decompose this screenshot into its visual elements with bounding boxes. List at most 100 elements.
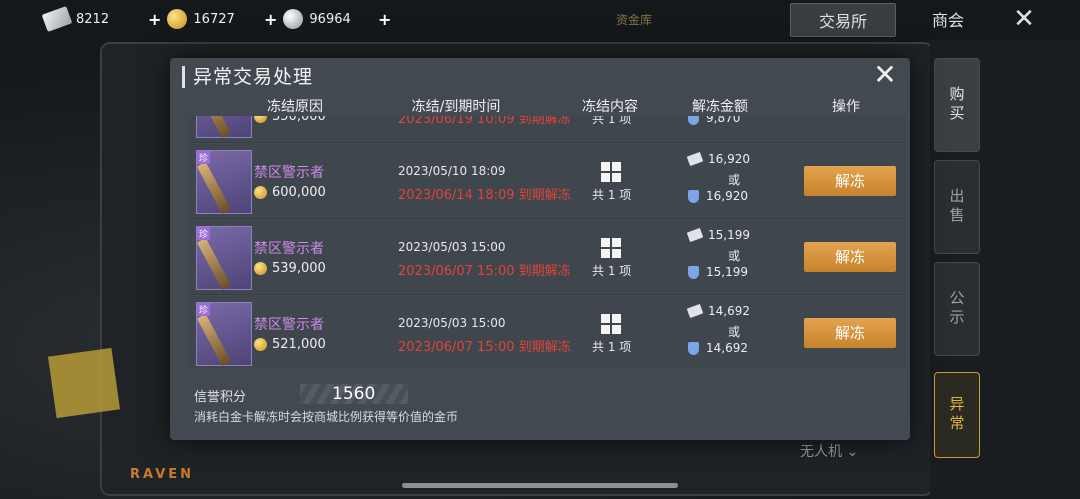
side-tab-buy[interactable]: 购买 <box>934 58 980 152</box>
content-grid-icon[interactable] <box>601 162 621 182</box>
card-resource: 8212 <box>41 6 110 32</box>
top-bar: 8212 + 16727 + 96964 + 资金库 交易所 商会 ✕ <box>0 0 1080 38</box>
item-price: 350,000 <box>254 116 326 124</box>
col-time: 冻结/到期时间 <box>411 99 501 115</box>
card-amount-value: 15,199 <box>708 228 750 242</box>
item-icon: 珍 <box>196 150 252 215</box>
col-amount: 解冻金额 <box>692 99 748 115</box>
exchange-button[interactable]: 交易所 <box>790 3 896 37</box>
item-price-value: 539,000 <box>272 261 326 276</box>
credit-note: 消耗白金卡解冻时会按商城比例获得等价值的金币 <box>194 410 459 424</box>
freeze-time: 2023/05/03 15:00 <box>398 316 506 330</box>
raven-logo: RAVEN <box>130 467 195 482</box>
dialog-close-icon[interactable]: ✕ <box>872 61 898 89</box>
item-price-value: 350,000 <box>272 116 326 124</box>
add-silver-icon[interactable]: + <box>264 10 277 29</box>
item-price: 539,000 <box>254 261 326 276</box>
silver-resource: + 96964 <box>258 8 351 30</box>
drone-dropdown[interactable]: 无人机 ⌄ <box>800 441 858 461</box>
add-icon[interactable]: + <box>378 10 391 29</box>
expiry-time: 2023/06/14 18:09 到期解冻 <box>398 188 571 203</box>
silver-count: 96964 <box>309 11 351 27</box>
card-amount-value: 14,692 <box>708 304 750 318</box>
coin-amount-value: 14,692 <box>706 341 748 355</box>
expiry-time: 2023/06/07 15:00 到期解冻 <box>398 340 571 355</box>
gold-resource: + 16727 <box>142 8 235 30</box>
content-count: 共 1 项 <box>592 188 632 202</box>
weapon-icon <box>196 116 232 139</box>
table-row: 珍 禁区警示者 600,000 2023/05/10 18:09 2023/06… <box>188 144 906 219</box>
or-text: 或 <box>728 173 741 187</box>
platinum-card-icon <box>686 303 704 319</box>
gold-coin-icon <box>254 262 267 275</box>
coin-amount-value: 9,870 <box>706 116 741 125</box>
or-text: 或 <box>728 249 741 263</box>
weapon-icon <box>196 313 232 367</box>
coin-amount-value: 16,920 <box>706 189 748 203</box>
unfreeze-button[interactable]: 解冻 <box>804 242 896 272</box>
table-row: 珍 350,000 2023/06/19 10:09 到期解冻 共 1 项 9,… <box>188 116 906 143</box>
abnormal-trade-dialog: 异常交易处理 ✕ 冻结原因 冻结/到期时间 冻结内容 解冻金额 操作 珍 350… <box>170 58 910 440</box>
side-tab-notice[interactable]: 公示 <box>934 262 980 356</box>
weapon-icon <box>196 237 232 291</box>
card-count: 8212 <box>76 11 110 27</box>
item-icon: 珍 <box>196 116 252 139</box>
content-count: 共 1 项 <box>592 264 632 278</box>
platinum-card-icon <box>41 6 73 32</box>
col-action: 操作 <box>832 99 860 115</box>
side-tab-abnormal[interactable]: 异常 <box>934 372 980 458</box>
add-gold-icon[interactable]: + <box>148 10 161 29</box>
shield-coin-icon <box>688 116 699 125</box>
table-row: 珍 禁区警示者 521,000 2023/05/03 15:00 2023/06… <box>188 296 906 368</box>
home-indicator[interactable] <box>402 483 678 488</box>
shield-coin-icon <box>688 341 699 355</box>
col-content: 冻结内容 <box>582 99 638 115</box>
shop-button[interactable]: 商会 <box>918 3 978 35</box>
credit-label: 信誉积分 <box>194 390 247 405</box>
freeze-time: 2023/05/10 18:09 <box>398 164 506 178</box>
content-count: 共 1 项 <box>592 116 632 126</box>
coin-amount: 14,692 <box>688 341 748 355</box>
item-name: 禁区警示者 <box>254 241 324 257</box>
shield-coin-icon <box>688 265 699 279</box>
funds-button[interactable]: 资金库 <box>598 3 670 35</box>
coin-amount-value: 15,199 <box>706 265 748 279</box>
rarity-tag: 珍 <box>197 303 211 316</box>
gold-coin-icon <box>254 116 267 123</box>
or-text: 或 <box>728 325 741 339</box>
item-name: 禁区警示者 <box>254 317 324 333</box>
weapon-icon <box>196 161 232 215</box>
item-price: 521,000 <box>254 337 326 352</box>
gold-count: 16727 <box>193 11 235 27</box>
expiry-time: 2023/06/07 15:00 到期解冻 <box>398 264 571 279</box>
gold-coin-icon <box>254 338 267 351</box>
item-icon: 珍 <box>196 226 252 291</box>
trade-table[interactable]: 珍 350,000 2023/06/19 10:09 到期解冻 共 1 项 9,… <box>188 116 906 368</box>
coin-amount: 9,870 <box>688 116 740 125</box>
coin-amount: 15,199 <box>688 265 748 279</box>
content-count: 共 1 项 <box>592 340 632 354</box>
content-grid-icon[interactable] <box>601 238 621 258</box>
item-price: 600,000 <box>254 185 326 200</box>
card-amount: 14,692 <box>686 303 750 319</box>
platinum-card-icon <box>686 151 704 167</box>
card-amount: 16,920 <box>686 151 750 167</box>
item-price-value: 600,000 <box>272 185 326 200</box>
unfreeze-button[interactable]: 解冻 <box>804 166 896 196</box>
dialog-title: 异常交易处理 <box>182 66 313 88</box>
gold-coin-icon <box>167 9 188 29</box>
table-row: 珍 禁区警示者 539,000 2023/05/03 15:00 2023/06… <box>188 220 906 295</box>
rarity-tag: 珍 <box>197 227 211 240</box>
gold-coin-icon <box>254 186 267 199</box>
rarity-tag: 珍 <box>197 151 211 164</box>
unfreeze-button[interactable]: 解冻 <box>804 318 896 348</box>
content-grid-icon[interactable] <box>601 314 621 334</box>
card-amount: 15,199 <box>686 227 750 243</box>
side-tab-sell[interactable]: 出售 <box>934 160 980 254</box>
expiry-time: 2023/06/19 10:09 到期解冻 <box>398 116 571 127</box>
silver-coin-icon <box>283 9 304 29</box>
shield-coin-icon <box>688 189 699 203</box>
background-sticky-note <box>47 347 121 419</box>
close-icon[interactable]: ✕ <box>1010 3 1038 35</box>
platinum-card-icon <box>686 227 704 243</box>
